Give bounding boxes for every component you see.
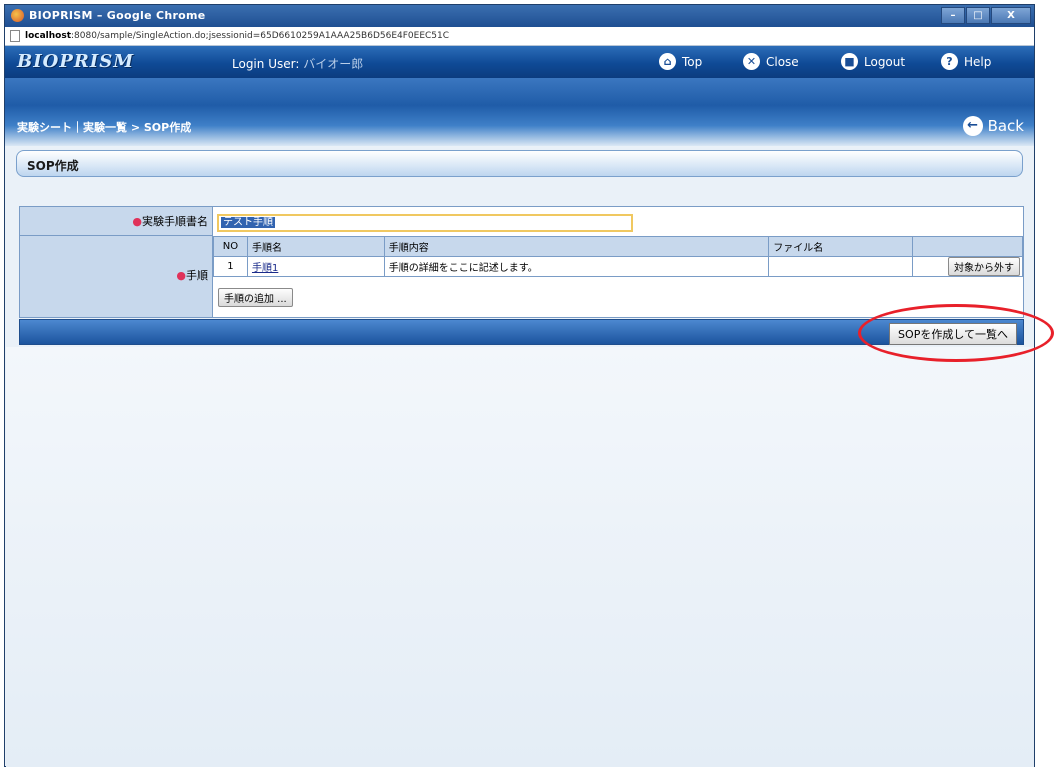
- breadcrumb-bar: 実験シート｜実験一覧 > SOP作成 ← Back: [5, 78, 1034, 146]
- breadcrumb[interactable]: 実験シート｜実験一覧 > SOP作成: [17, 119, 191, 135]
- app-logo: BIOPRISM: [17, 51, 135, 72]
- title-bar: BIOPRISM – Google Chrome – □ X: [5, 5, 1034, 27]
- row-step-content: 手順の詳細をここに記述します。: [383, 256, 770, 277]
- row-action: 対象から外す: [912, 256, 1023, 277]
- nav-top-label: Top: [682, 54, 703, 69]
- highlight-annotation: [858, 304, 1054, 362]
- window-controls: – □ X: [941, 7, 1031, 24]
- sop-name-label: 実験手順書名: [142, 215, 208, 228]
- steps-label: 手順: [186, 269, 208, 282]
- url-host: localhost: [25, 31, 72, 41]
- minimize-button[interactable]: –: [941, 7, 965, 24]
- col-step-name: 手順名: [246, 236, 385, 257]
- col-action: [912, 236, 1023, 257]
- nav-close-label: Close: [766, 54, 799, 69]
- close-window-button[interactable]: X: [991, 7, 1031, 24]
- table-header-row: NO 手順名 手順内容 ファイル名: [213, 236, 1023, 257]
- login-label: Login User:: [232, 57, 300, 71]
- steps-table: NO 手順名 手順内容 ファイル名 1 手順1 手順の詳細をここに記述します。 …: [213, 236, 1023, 277]
- required-mark: ●: [176, 269, 186, 282]
- sop-name-label-cell: ●実験手順書名: [20, 207, 213, 236]
- add-step-wrapper: 手順の追加 ...: [218, 287, 293, 307]
- logout-icon: ■: [841, 53, 858, 70]
- section-title: SOP作成: [27, 159, 79, 173]
- chrome-icon: [11, 9, 24, 22]
- window-title: BIOPRISM – Google Chrome: [29, 9, 206, 22]
- sop-name-value: テスト手順: [221, 217, 275, 228]
- page-icon: [10, 30, 20, 42]
- back-button[interactable]: ← Back: [962, 116, 1024, 136]
- step-name-link[interactable]: 手順1: [252, 263, 278, 274]
- nav-help-label: Help: [964, 54, 992, 69]
- login-user: バイオー郎: [303, 57, 364, 71]
- col-step-content: 手順内容: [383, 236, 770, 257]
- row-step-name: 手順1: [246, 256, 385, 277]
- close-circle-icon: ✕: [743, 53, 760, 70]
- col-no: NO: [213, 236, 248, 257]
- steps-label-cell: ●手順: [20, 236, 213, 317]
- home-icon: ⌂: [659, 53, 676, 70]
- content-background: [6, 347, 1034, 767]
- sop-form: ●実験手順書名 テスト手順 ●手順 NO 手順名 手順内容 ファイル名 1 手順…: [19, 206, 1024, 318]
- maximize-button[interactable]: □: [966, 7, 990, 24]
- back-label: Back: [987, 117, 1024, 135]
- back-arrow-icon: ←: [962, 116, 983, 136]
- nav-top[interactable]: ⌂ Top: [659, 53, 702, 70]
- sop-name-input[interactable]: テスト手順: [217, 214, 633, 232]
- help-icon: ?: [941, 53, 958, 70]
- nav-help[interactable]: ? Help: [941, 53, 991, 70]
- row-file-name: [768, 256, 914, 277]
- url-text[interactable]: localhost:8080/sample/SingleAction.do;js…: [25, 31, 449, 41]
- login-info: Login User: バイオー郎: [232, 55, 363, 72]
- table-row: 1 手順1 手順の詳細をここに記述します。 対象から外す: [213, 256, 1023, 277]
- section-header: SOP作成: [16, 150, 1023, 177]
- row-no: 1: [213, 256, 248, 277]
- nav-close[interactable]: ✕ Close: [743, 53, 799, 70]
- remove-step-button[interactable]: 対象から外す: [948, 257, 1020, 276]
- url-path: :8080/sample/SingleAction.do;jsessionid=…: [71, 31, 450, 41]
- browser-window: BIOPRISM – Google Chrome – □ X localhost…: [4, 4, 1054, 767]
- nav-logout[interactable]: ■ Logout: [841, 53, 905, 70]
- col-file-name: ファイル名: [768, 236, 914, 257]
- app-header: BIOPRISM Login User: バイオー郎 ⌂ Top ✕ Close…: [5, 46, 1034, 78]
- add-step-button[interactable]: 手順の追加 ...: [218, 288, 293, 307]
- address-bar[interactable]: localhost:8080/sample/SingleAction.do;js…: [5, 27, 1034, 46]
- required-mark: ●: [132, 215, 142, 228]
- nav-logout-label: Logout: [864, 54, 906, 69]
